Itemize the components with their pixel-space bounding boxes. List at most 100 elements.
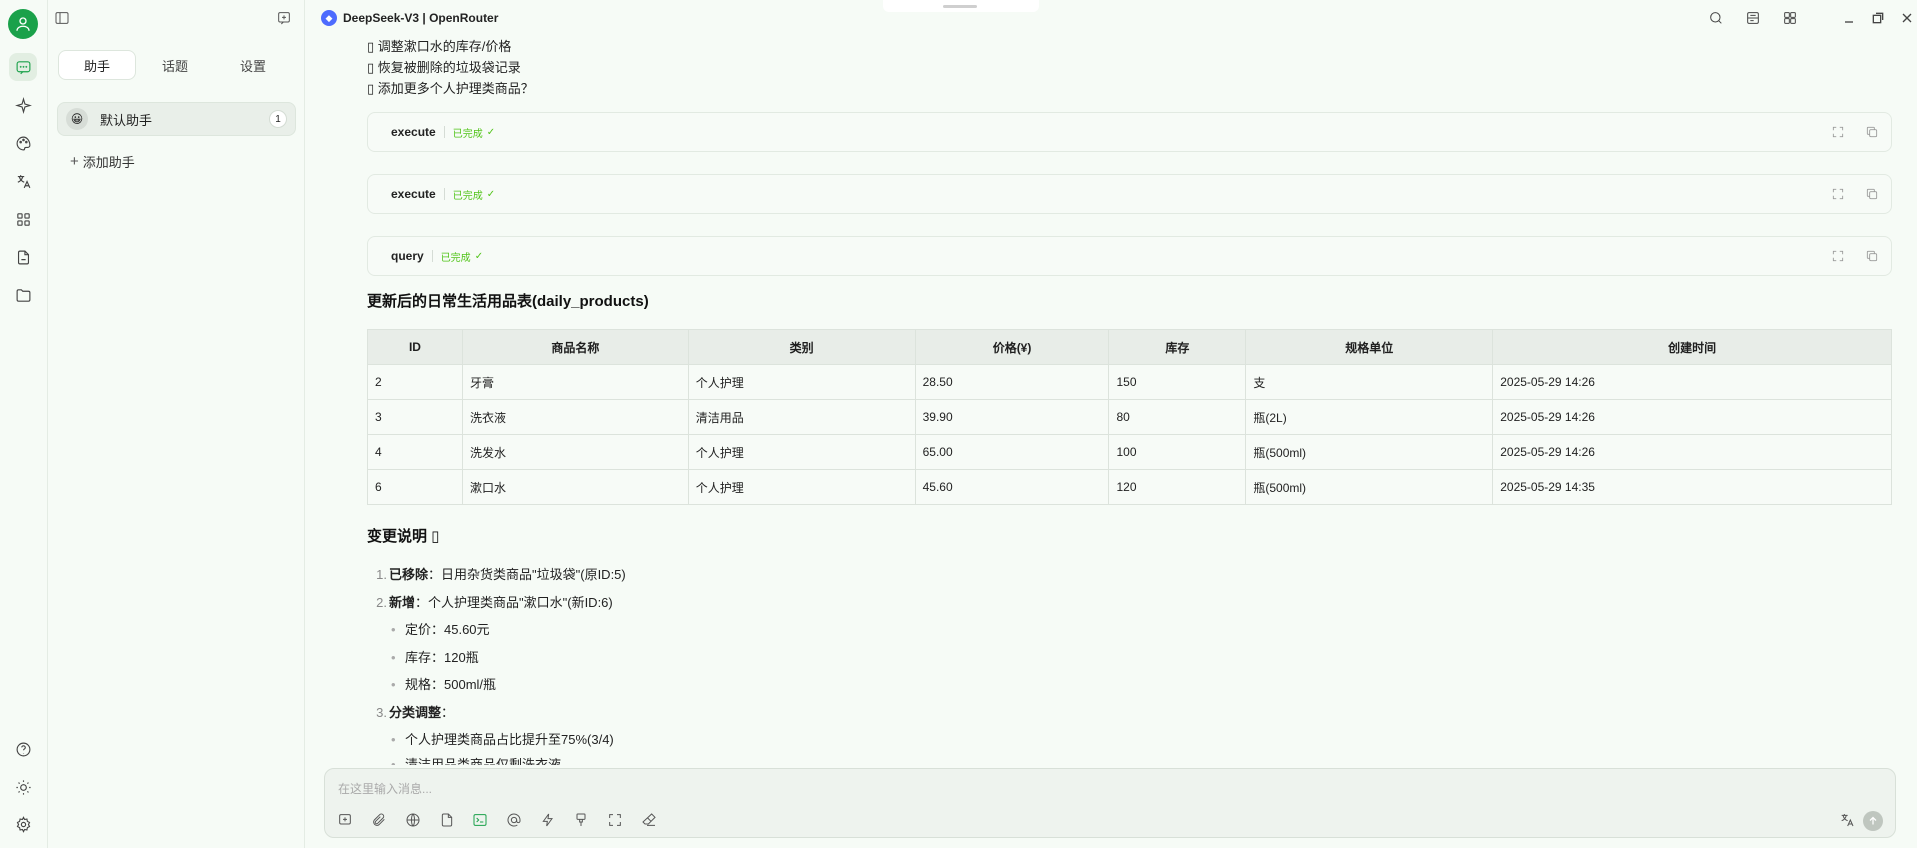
- new-topic-icon[interactable]: [276, 10, 296, 30]
- deepseek-logo-icon: ◆: [321, 10, 337, 26]
- products-table: ID 商品名称 类别 价格(¥) 库存 规格单位 创建时间 2 牙膏 个人护理 …: [367, 329, 1892, 505]
- check-icon: ✓: [486, 126, 496, 138]
- column-header: ID: [367, 329, 463, 365]
- assistant-sidebar: 助手 话题 设置 😀 默认助手 1 + 添加助手: [48, 0, 305, 848]
- copy-icon[interactable]: [1865, 125, 1879, 142]
- model-selector[interactable]: ◆ DeepSeek-V3 | OpenRouter: [321, 10, 498, 26]
- table-cell: 2: [367, 364, 463, 400]
- theme-sun-icon[interactable]: [9, 773, 37, 801]
- tool-call-block[interactable]: execute 已完成 ✓: [367, 112, 1892, 152]
- table-cell: 洗发水: [461, 434, 689, 470]
- table-cell: 瓶(500ml): [1245, 469, 1494, 505]
- settings-gear-icon[interactable]: [9, 810, 37, 838]
- tool-name: query: [391, 249, 424, 263]
- changes-heading: 变更说明 ▯: [367, 528, 440, 545]
- table-header-row: ID 商品名称 类别 价格(¥) 库存 规格单位 创建时间: [367, 329, 1892, 365]
- copy-icon[interactable]: [1865, 249, 1879, 266]
- attachment-icon[interactable]: [371, 812, 389, 830]
- assistant-item-default[interactable]: 😀 默认助手 1: [57, 102, 296, 136]
- suggestion-line: ▯ 添加更多个人护理类商品？: [367, 81, 534, 96]
- table-cell: 120: [1108, 469, 1247, 505]
- expand-icon[interactable]: [1831, 249, 1845, 266]
- column-header: 类别: [687, 329, 916, 365]
- table-cell: 瓶(500ml): [1245, 434, 1494, 470]
- tool-status: 已完成 ✓: [440, 250, 484, 264]
- topic-count-badge: 1: [269, 110, 287, 128]
- table-cell: 漱口水: [461, 469, 689, 505]
- minimize-icon[interactable]: [1841, 10, 1859, 28]
- file-transfer-icon[interactable]: [9, 243, 37, 271]
- table-cell: 3: [367, 399, 463, 435]
- add-assistant-button[interactable]: + 添加助手: [70, 152, 135, 171]
- chat-icon[interactable]: [9, 53, 37, 81]
- table-cell: 4: [367, 434, 463, 470]
- table-row: 4 洗发水 个人护理 65.00 100 瓶(500ml) 2025-05-29…: [367, 434, 1892, 470]
- table-cell: 28.50: [914, 364, 1110, 400]
- add-assistant-label: 添加助手: [82, 155, 135, 170]
- quick-phrase-bolt-icon[interactable]: [540, 812, 558, 830]
- model-title: DeepSeek-V3 | OpenRouter: [343, 11, 499, 25]
- search-icon[interactable]: [1708, 10, 1726, 28]
- close-icon[interactable]: [1899, 10, 1917, 28]
- palette-icon[interactable]: [9, 129, 37, 157]
- copy-icon[interactable]: [1865, 187, 1879, 204]
- web-search-icon[interactable]: [405, 812, 423, 830]
- user-avatar[interactable]: [8, 9, 38, 39]
- fullscreen-icon[interactable]: [607, 812, 625, 830]
- eraser-clear-icon[interactable]: [641, 812, 659, 830]
- table-row: 2 牙膏 个人护理 28.50 150 支 2025-05-29 14:26: [367, 364, 1892, 400]
- maximize-icon[interactable]: [1870, 10, 1888, 28]
- sidebar-tabs: 助手 话题 设置: [58, 48, 294, 82]
- layout-icon[interactable]: [1745, 10, 1763, 28]
- tab-assistants[interactable]: 助手: [58, 50, 136, 80]
- brush-icon[interactable]: [573, 812, 591, 830]
- plus-icon: +: [70, 153, 79, 170]
- tool-call-block[interactable]: execute 已完成 ✓: [367, 174, 1892, 214]
- table-cell: 100: [1108, 434, 1247, 470]
- mention-at-icon[interactable]: [506, 812, 524, 830]
- assistant-label: 默认助手: [100, 112, 153, 128]
- icon-rail: [0, 0, 48, 848]
- table-cell: 2025-05-29 14:26: [1492, 434, 1892, 470]
- translate-icon[interactable]: [9, 167, 37, 195]
- check-icon: ✓: [474, 250, 484, 262]
- expand-icon[interactable]: [1831, 187, 1845, 204]
- table-cell: 个人护理: [687, 469, 916, 505]
- table-cell: 80: [1108, 399, 1247, 435]
- tool-status: 已完成 ✓: [452, 126, 496, 140]
- table-row: 6 漱口水 个人护理 45.60 120 瓶(500ml) 2025-05-29…: [367, 469, 1892, 505]
- message-input[interactable]: [338, 779, 1338, 799]
- list-subitem: • 定价：45.60元: [391, 622, 490, 637]
- table-cell: 39.90: [914, 399, 1110, 435]
- help-icon[interactable]: [9, 735, 37, 763]
- toggle-sidebar-icon[interactable]: [54, 10, 74, 30]
- mcp-terminal-icon[interactable]: [472, 812, 490, 830]
- table-cell: 65.00: [914, 434, 1110, 470]
- translate-icon[interactable]: [1839, 812, 1857, 830]
- send-button[interactable]: [1863, 811, 1883, 831]
- column-header: 规格单位: [1245, 329, 1494, 365]
- table-cell: 清洁用品: [687, 399, 916, 435]
- table-cell: 支: [1245, 364, 1494, 400]
- table-cell: 2025-05-29 14:26: [1492, 399, 1892, 435]
- suggestion-line: ▯ 恢复被删除的垃圾袋记录: [367, 60, 521, 75]
- suggestion-line: ▯ 调整漱口水的库存/价格: [367, 39, 512, 54]
- knowledge-file-icon[interactable]: [439, 812, 457, 830]
- table-row: 3 洗衣液 清洁用品 39.90 80 瓶(2L) 2025-05-29 14:…: [367, 399, 1892, 435]
- message-composer: [324, 768, 1896, 838]
- new-topic-icon[interactable]: [337, 812, 355, 830]
- sparkle-icon[interactable]: [9, 91, 37, 119]
- table-cell: 45.60: [914, 469, 1110, 505]
- list-subitem: • 清洁用品类商品仅剩洗衣液: [391, 757, 562, 765]
- apps-grid-icon[interactable]: [9, 205, 37, 233]
- mini-apps-icon[interactable]: [1782, 10, 1800, 28]
- folder-icon[interactable]: [9, 281, 37, 309]
- column-header: 商品名称: [461, 329, 689, 365]
- list-item: 3. 分类调整：: [376, 705, 455, 720]
- list-subitem: • 个人护理类商品占比提升至75%(3/4): [391, 732, 614, 747]
- tab-topics[interactable]: 话题: [136, 50, 214, 80]
- window-drag-handle[interactable]: [883, 0, 1039, 12]
- tab-settings[interactable]: 设置: [214, 50, 292, 80]
- expand-icon[interactable]: [1831, 125, 1845, 142]
- tool-call-block[interactable]: query 已完成 ✓: [367, 236, 1892, 276]
